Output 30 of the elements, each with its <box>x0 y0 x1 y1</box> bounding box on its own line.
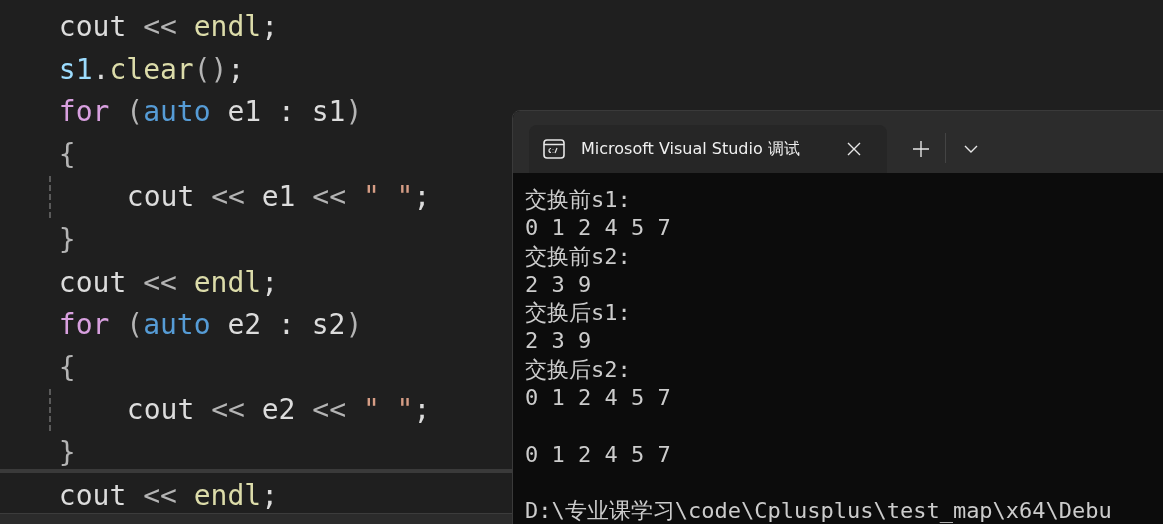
code-line: cout << e1 << " "; <box>126 180 431 214</box>
code-line: s1.clear(); <box>58 52 245 86</box>
output-line: 0 1 2 4 5 7 <box>525 384 672 413</box>
dropdown-icon[interactable] <box>964 145 978 153</box>
new-tab-icon[interactable] <box>913 141 929 157</box>
code-line: cout << endl; <box>58 10 279 43</box>
indent-guide <box>49 176 51 219</box>
code-line: { <box>58 350 76 384</box>
code-line: } <box>58 435 76 469</box>
output-line: 交换后s2: <box>525 355 632 384</box>
output-line: 交换前s2: <box>525 242 632 271</box>
code-line: for (auto e1 : s1) <box>58 95 363 129</box>
tab-title: Microsoft Visual Studio 调试 <box>581 138 801 160</box>
terminal-tab[interactable]: Microsoft Visual Studio 调试 <box>529 125 887 173</box>
output-line: D:\专业课学习\code\Cplusplus\test_map\x64\Debu <box>525 497 1113 524</box>
close-icon[interactable] <box>847 142 861 156</box>
code-line: cout << endl; <box>58 478 279 512</box>
code-line: cout << e2 << " "; <box>126 393 431 427</box>
output-line: 2 3 9 <box>525 270 593 299</box>
code-line: for (auto e2 : s2) <box>58 308 363 342</box>
console-icon <box>543 138 565 160</box>
output-line: 0 1 2 4 5 7 <box>525 440 672 469</box>
indent-guide <box>49 389 51 432</box>
output-line: 0 1 2 4 5 7 <box>525 214 672 243</box>
code-line: cout << endl; <box>58 265 279 299</box>
output-line: 交换前s1: <box>525 186 632 214</box>
code-line: { <box>58 137 76 171</box>
output-line: 2 3 9 <box>525 327 593 356</box>
code-line: } <box>58 222 76 256</box>
output-line: 交换后s1: <box>525 299 632 328</box>
